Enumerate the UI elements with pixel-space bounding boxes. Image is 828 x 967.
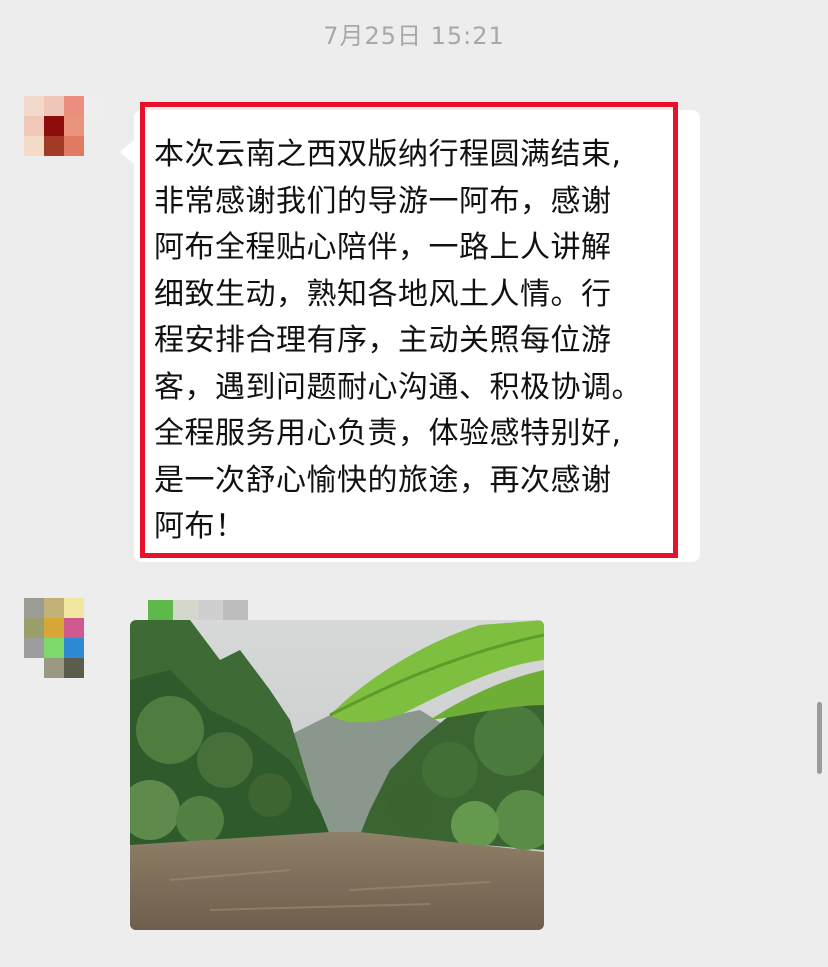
sender-avatar[interactable] [24, 598, 104, 678]
scrollbar[interactable] [817, 702, 822, 774]
image-message[interactable] [130, 620, 544, 930]
chat-timestamp: 7月25日 15:21 [323, 22, 505, 50]
message-text: 本次云南之西双版纳行程圆满结束, 非常感谢我们的导游一阿布，感谢 阿布全程贴心陪… [154, 137, 642, 544]
bubble-tail [120, 140, 134, 164]
sender-name [148, 600, 248, 620]
river-forest-photo [130, 620, 544, 930]
sender-avatar[interactable] [24, 96, 104, 176]
